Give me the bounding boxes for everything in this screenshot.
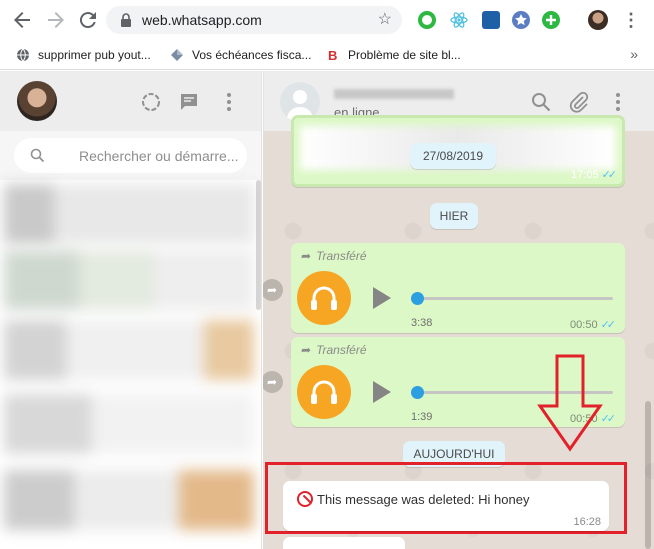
- bookmarks-bar: supprimer pub yout... Vos échéances fisc…: [0, 40, 654, 70]
- back-arrow-icon[interactable]: [10, 8, 34, 32]
- sidebar: Rechercher ou démarre...: [0, 71, 262, 549]
- forwarded-arrow-icon: ➦: [301, 249, 312, 263]
- search-icon: [30, 148, 45, 168]
- bookmark-label: supprimer pub yout...: [38, 48, 151, 62]
- browser-profile-avatar[interactable]: [588, 10, 608, 30]
- chat-list-item[interactable]: [4, 184, 254, 244]
- extension-react-icon[interactable]: [450, 11, 468, 29]
- search-placeholder: Rechercher ou démarre...: [79, 148, 239, 164]
- chat-list-item[interactable]: [4, 470, 254, 530]
- conversation-scrollbar[interactable]: [645, 131, 651, 549]
- chat-list: [0, 180, 261, 549]
- headphones-icon: [297, 271, 351, 325]
- chat-list-item[interactable]: [4, 320, 254, 380]
- bookmark-item-3[interactable]: B Problème de site bl...: [326, 45, 461, 65]
- forwarded-arrow-icon: ➦: [301, 343, 312, 357]
- search-messages-icon[interactable]: [530, 91, 552, 113]
- forward-arrow-icon[interactable]: [44, 8, 68, 32]
- play-icon[interactable]: [373, 287, 391, 309]
- annotation-down-arrow: [537, 353, 603, 453]
- my-avatar[interactable]: [17, 81, 57, 121]
- audio-duration: 3:38: [411, 317, 433, 329]
- audio-progress-knob[interactable]: [411, 386, 424, 399]
- extension-plus-icon[interactable]: [542, 11, 560, 29]
- sidebar-scrollbar[interactable]: [256, 180, 261, 549]
- sidebar-menu-icon[interactable]: [218, 91, 240, 113]
- deleted-message[interactable]: This message was deleted: Hi honey 16:28: [283, 481, 609, 531]
- date-separator: 27/08/2019: [410, 143, 496, 169]
- bookmark-label: Problème de site bl...: [348, 48, 461, 62]
- play-icon[interactable]: [373, 381, 391, 403]
- more-bookmarks-chevron[interactable]: »: [630, 46, 638, 62]
- extension-star-icon[interactable]: [512, 11, 530, 29]
- audio-progress-track[interactable]: [417, 297, 613, 300]
- date-separator: HIER: [430, 203, 478, 229]
- bookmark-label: Vos échéances fisca...: [192, 48, 312, 62]
- blogger-b-icon: B: [326, 48, 340, 63]
- incoming-message-partial[interactable]: [283, 537, 405, 549]
- address-bar[interactable]: web.whatsapp.com ☆: [106, 6, 402, 34]
- chat-list-item[interactable]: [4, 250, 254, 310]
- conversation-pane: en ligne 17:05 ✓✓ 27/08/2019 HIER ➦ ➦ Tran…: [263, 71, 654, 549]
- browser-toolbar: web.whatsapp.com ☆ ⋮: [0, 0, 654, 40]
- svg-text:B: B: [328, 48, 337, 62]
- audio-duration: 1:39: [411, 411, 433, 423]
- contact-name-redacted: [334, 89, 454, 99]
- attach-paperclip-icon[interactable]: [568, 91, 590, 113]
- whatsapp-app: Rechercher ou démarre... en ligne 17:05 …: [0, 71, 654, 549]
- diamond-icon: [170, 48, 184, 62]
- read-ticks-icon: ✓✓: [601, 169, 618, 181]
- audio-message[interactable]: ➦ Transféré 3:38 00:50 ✓✓: [291, 243, 625, 333]
- extension-blue-badge-icon[interactable]: [482, 11, 500, 29]
- forwarded-label: ➦ Transféré: [301, 249, 367, 263]
- message-time: 17:05 ✓✓: [571, 169, 618, 181]
- conversation-menu-icon[interactable]: [607, 91, 629, 113]
- bookmark-item-1[interactable]: supprimer pub yout...: [16, 45, 151, 65]
- forwarded-label: ➦ Transféré: [301, 343, 367, 357]
- globe-icon: [16, 48, 30, 62]
- headphones-icon: [297, 365, 351, 419]
- address-bar-url: web.whatsapp.com: [142, 12, 262, 28]
- status-icon[interactable]: [140, 91, 162, 113]
- new-chat-icon[interactable]: [178, 91, 200, 113]
- deleted-message-text: This message was deleted: Hi honey: [297, 491, 529, 507]
- bookmark-star-icon[interactable]: ☆: [378, 9, 392, 29]
- lock-icon: [120, 13, 132, 32]
- extension-green-ring-icon[interactable]: [418, 11, 436, 29]
- audio-progress-knob[interactable]: [411, 292, 424, 305]
- message-time: 00:50 ✓✓: [570, 319, 617, 331]
- reload-icon[interactable]: [76, 8, 100, 32]
- sidebar-header: [0, 71, 261, 131]
- search-input[interactable]: Rechercher ou démarre...: [14, 138, 247, 173]
- bookmark-item-2[interactable]: Vos échéances fisca...: [170, 45, 311, 65]
- message-time: 16:28: [573, 516, 601, 528]
- browser-menu-icon[interactable]: ⋮: [622, 8, 640, 32]
- search-area: Rechercher ou démarre...: [0, 131, 261, 180]
- read-ticks-icon: ✓✓: [600, 319, 617, 331]
- chat-list-item[interactable]: [4, 394, 254, 454]
- prohibited-icon: [297, 491, 313, 507]
